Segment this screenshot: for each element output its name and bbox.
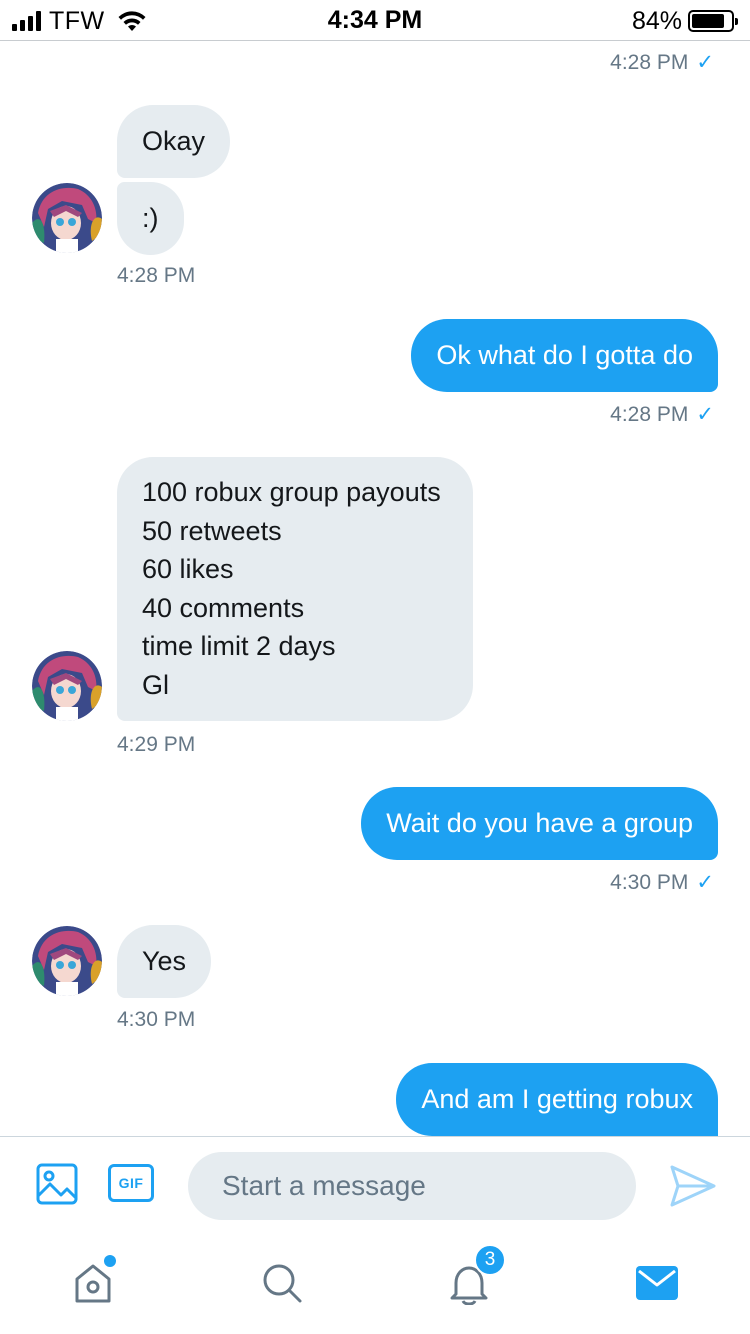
tab-notifications[interactable]: 3 (444, 1244, 506, 1308)
timestamp-outgoing: 4:28 PM ✓ (610, 402, 714, 427)
message-text: Okay (142, 126, 206, 156)
message-line: 100 robux group payouts (142, 477, 441, 507)
gif-icon: GIF (118, 1175, 144, 1191)
incoming-message-bubble[interactable]: Okay (117, 105, 231, 178)
status-divider (0, 40, 750, 41)
message-line: Gl (142, 669, 169, 700)
avatar[interactable] (32, 183, 102, 253)
timestamp-text: 4:28 PM (610, 403, 689, 426)
message-text: And am I getting robux (421, 1084, 693, 1114)
image-icon (36, 1163, 78, 1205)
timestamp-text: 4:30 PM (610, 871, 689, 894)
gif-button[interactable]: GIF (108, 1164, 154, 1202)
timestamp-outgoing: 4:28 PM ✓ (610, 50, 714, 75)
incoming-message-bubble[interactable]: Yes (117, 925, 212, 998)
tab-home[interactable] (68, 1255, 118, 1308)
add-photo-button[interactable] (35, 1162, 79, 1206)
battery-icon (688, 10, 738, 32)
message-text: :) (142, 203, 159, 233)
outgoing-message-bubble[interactable]: And am I getting robux (396, 1063, 718, 1136)
tab-bar: 3 (0, 1240, 750, 1334)
tab-messages[interactable] (632, 1258, 682, 1308)
read-check-icon: ✓ (696, 871, 714, 894)
message-input[interactable] (188, 1152, 636, 1220)
outgoing-message-bubble[interactable]: Ok what do I gotta do (411, 319, 718, 392)
read-check-icon: ✓ (696, 403, 714, 426)
message-text: Ok what do I gotta do (436, 340, 693, 370)
search-icon (263, 1264, 302, 1303)
status-bar: TFW 4:34 PM 84% (0, 0, 750, 40)
timestamp-incoming: 4:29 PM (117, 733, 196, 756)
timestamp-incoming: 4:30 PM (117, 1008, 196, 1031)
incoming-message-bubble[interactable]: 100 robux group payouts 50 retweets 60 l… (117, 457, 473, 721)
outgoing-message-bubble[interactable]: Wait do you have a group (361, 787, 718, 860)
send-icon (670, 1165, 716, 1207)
battery-fill (692, 14, 724, 28)
message-text: Wait do you have a group (386, 808, 693, 838)
message-line: 50 retweets (142, 515, 282, 546)
timestamp-incoming: 4:28 PM (117, 264, 196, 287)
home-unread-dot (104, 1255, 116, 1267)
message-text: Yes (142, 946, 187, 976)
avatar[interactable] (32, 651, 102, 721)
send-button[interactable] (668, 1163, 718, 1209)
timestamp-text: 4:28 PM (610, 51, 689, 74)
incoming-message-bubble[interactable]: :) (117, 182, 184, 255)
avatar[interactable] (32, 926, 102, 996)
status-right: 84% (631, 6, 738, 36)
battery-percent: 84% (631, 6, 682, 35)
timestamp-outgoing: 4:30 PM ✓ (610, 870, 714, 895)
read-check-icon: ✓ (696, 51, 714, 74)
mail-icon (636, 1266, 678, 1300)
home-icon (75, 1264, 111, 1303)
notification-badge: 3 (474, 1244, 506, 1276)
message-line: 40 comments (142, 592, 305, 623)
tab-search[interactable] (257, 1258, 307, 1308)
message-line: time limit 2 days (142, 631, 336, 662)
message-line: 60 likes (142, 554, 234, 585)
compose-bar: GIF (0, 1137, 750, 1237)
